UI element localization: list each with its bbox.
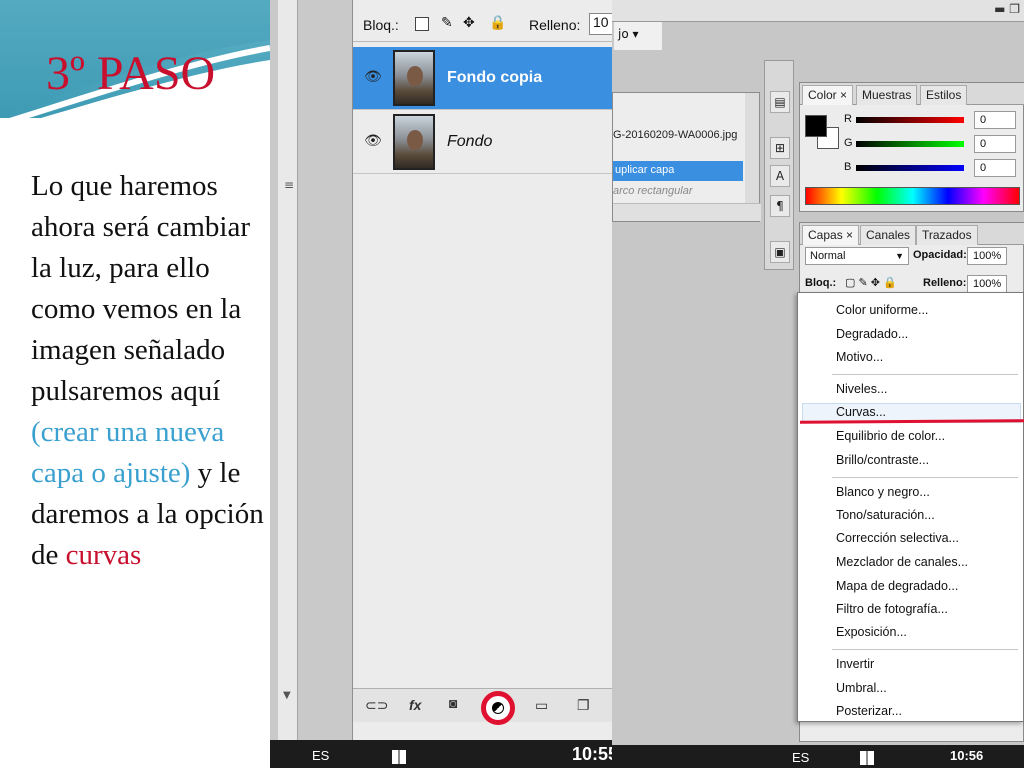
character-icon[interactable]: A <box>770 165 790 187</box>
panel-icon-strip: ▤ ⊞ A ¶ ▣ <box>764 60 794 270</box>
history-item-selected[interactable]: uplicar capa <box>613 161 743 181</box>
lock-move-icon[interactable]: ✥ <box>463 14 475 31</box>
lock-all-icon[interactable]: 🔒 <box>489 14 506 31</box>
b-value[interactable]: 0 <box>974 159 1016 177</box>
color-panel-tabs: Color × Muestras Estilos <box>800 83 1024 105</box>
layer-thumbnail <box>393 50 435 106</box>
fill-input[interactable]: 100% <box>967 275 1007 293</box>
history-footer <box>613 203 761 221</box>
new-layer-icon[interactable]: ❐ <box>577 697 590 714</box>
menu-item-motivo[interactable]: Motivo... <box>836 350 883 370</box>
flag-icon[interactable] <box>392 750 406 764</box>
history-panel-icon[interactable]: ▤ <box>770 91 790 113</box>
menu-item-degradado[interactable]: Degradado... <box>836 327 908 347</box>
adjustment-context-menu: Color uniforme... Degradado... Motivo...… <box>797 292 1024 722</box>
layers-panel-tabs: Capas × Canales Trazados <box>800 223 1024 245</box>
blend-mode-select[interactable]: Normal ▼ <box>805 247 909 265</box>
layer-thumbnail <box>393 114 435 170</box>
eye-icon[interactable]: 👁 <box>362 69 384 85</box>
color-spectrum[interactable] <box>805 187 1020 205</box>
history-scrollbar[interactable] <box>745 93 759 203</box>
layer-comps-icon[interactable]: ▣ <box>770 241 790 263</box>
layer-row-fondo[interactable]: 👁 Fondo <box>353 111 612 174</box>
layers-panel: Bloq.: ✎ ✥ 🔒 Relleno: 10 👁 Fondo copia 👁… <box>352 0 612 740</box>
window-controls[interactable]: ▬ ❐ <box>994 2 1020 16</box>
menu-item-mapa-degradado[interactable]: Mapa de degradado... <box>836 579 958 599</box>
menu-item-color-uniforme[interactable]: Color uniforme... <box>836 303 928 323</box>
opacity-label: Opacidad: <box>913 249 967 261</box>
mask-icon[interactable]: ◙ <box>449 695 457 711</box>
layers-bottom-toolbar: ⊂⊃ fx ◙ ▭ ❐ <box>353 688 612 725</box>
menu-item-tono-saturacion[interactable]: Tono/saturación... <box>836 508 935 528</box>
lock-icons[interactable]: ▢ ✎ ✥ 🔒 <box>845 276 897 289</box>
lock-label: Bloq.: <box>363 17 399 33</box>
adjustment-layer-button[interactable] <box>481 691 515 725</box>
vertical-scrollbar[interactable]: ≡ ▼ <box>278 0 298 740</box>
slide-text-panel: 3º PASO Lo que haremos ahora será cambia… <box>0 0 270 768</box>
tab-capas[interactable]: Capas × <box>802 225 860 245</box>
history-filename: G-20160209-WA0006.jpg <box>613 129 738 141</box>
menu-item-blanco-negro[interactable]: Blanco y negro... <box>836 485 930 505</box>
layer-name: Fondo copia <box>447 69 543 86</box>
tab-estilos[interactable]: Estilos <box>920 85 968 105</box>
paragraph-icon[interactable]: ¶ <box>770 195 790 217</box>
workspace-menu[interactable]: jo ▾ <box>614 22 662 50</box>
layers-lock-bar: Bloq.: ✎ ✥ 🔒 Relleno: 10 <box>353 8 612 42</box>
layer-name: Fondo <box>447 133 493 150</box>
lock-transparency-icon[interactable] <box>415 15 429 32</box>
menu-item-niveles[interactable]: Niveles... <box>836 382 887 402</box>
clock[interactable]: 10:56 <box>950 748 983 763</box>
lock-label: Bloq.: <box>805 277 837 289</box>
top-bar: jo ▾ ▬ ❐ <box>612 0 1024 50</box>
tab-color[interactable]: Color × <box>802 85 854 105</box>
history-panel: G-20160209-WA0006.jpg uplicar capa arco … <box>612 92 761 222</box>
slide-body-text: Lo que haremos ahora será cambiar la luz… <box>31 166 267 576</box>
body-highlight: (crear una nueva capa o ajuste) <box>31 416 225 489</box>
language-indicator[interactable]: ES <box>312 748 329 763</box>
menu-item-exposicion[interactable]: Exposición... <box>836 625 907 645</box>
link-icon[interactable]: ⊂⊃ <box>365 697 388 714</box>
menu-item-equilibrio-color[interactable]: Equilibrio de color... <box>836 429 945 449</box>
blend-opacity-row: Normal ▼ Opacidad: 100% <box>805 247 1020 267</box>
flag-icon[interactable] <box>860 751 874 765</box>
taskbar-left: ES 10:55 <box>270 740 618 768</box>
menu-item-brillo-contraste[interactable]: Brillo/contraste... <box>836 453 929 473</box>
slider-b[interactable]: B 0 <box>844 159 1024 179</box>
eye-icon[interactable]: 👁 <box>362 133 384 149</box>
menu-item-umbral[interactable]: Umbral... <box>836 681 887 701</box>
foreground-color-swatch[interactable] <box>805 115 827 137</box>
history-item[interactable]: arco rectangular <box>613 185 693 197</box>
fill-label: Relleno: <box>529 17 581 33</box>
lock-brush-icon[interactable]: ✎ <box>441 14 453 31</box>
layer-row-fondo-copia[interactable]: 👁 Fondo copia <box>353 47 612 110</box>
fill-input[interactable]: 10 <box>589 13 612 35</box>
body-part-1: Lo que haremos ahora será cambiar la luz… <box>31 170 250 407</box>
menu-item-posterizar[interactable]: Posterizar... <box>836 704 902 724</box>
r-value[interactable]: 0 <box>974 111 1016 129</box>
color-panel: Color × Muestras Estilos R 0 G 0 B 0 <box>799 82 1024 212</box>
tool-presets-icon[interactable]: ⊞ <box>770 137 790 159</box>
menu-item-correccion-selectiva[interactable]: Corrección selectiva... <box>836 531 959 551</box>
adjustment-layer-icon <box>492 702 504 714</box>
photoshop-screenshot-left: ≡ ▼ Bloq.: ✎ ✥ 🔒 Relleno: 10 👁 Fondo cop… <box>270 0 612 740</box>
tab-canales[interactable]: Canales <box>860 225 917 245</box>
slider-r[interactable]: R 0 <box>844 111 1024 131</box>
slider-g[interactable]: G 0 <box>844 135 1024 155</box>
slide-title: 3º PASO <box>46 47 216 100</box>
grip-icon: ≡ <box>284 178 295 192</box>
taskbar-right: ES 10:56 <box>612 745 1024 768</box>
fx-icon[interactable]: fx <box>409 697 421 713</box>
language-indicator[interactable]: ES <box>792 750 809 765</box>
body-red-word: curvas <box>65 539 142 571</box>
tab-muestras[interactable]: Muestras <box>856 85 918 105</box>
tab-trazados[interactable]: Trazados <box>916 225 978 245</box>
opacity-input[interactable]: 100% <box>967 247 1007 265</box>
menu-item-invertir[interactable]: Invertir <box>836 657 874 677</box>
scroll-down-arrow-icon[interactable]: ▼ <box>283 690 291 701</box>
menu-item-mezclador-canales[interactable]: Mezclador de canales... <box>836 555 968 575</box>
menu-item-filtro-fotografia[interactable]: Filtro de fotografía... <box>836 602 948 622</box>
folder-icon[interactable]: ▭ <box>535 697 548 714</box>
fill-label: Relleno: <box>923 277 967 289</box>
g-value[interactable]: 0 <box>974 135 1016 153</box>
